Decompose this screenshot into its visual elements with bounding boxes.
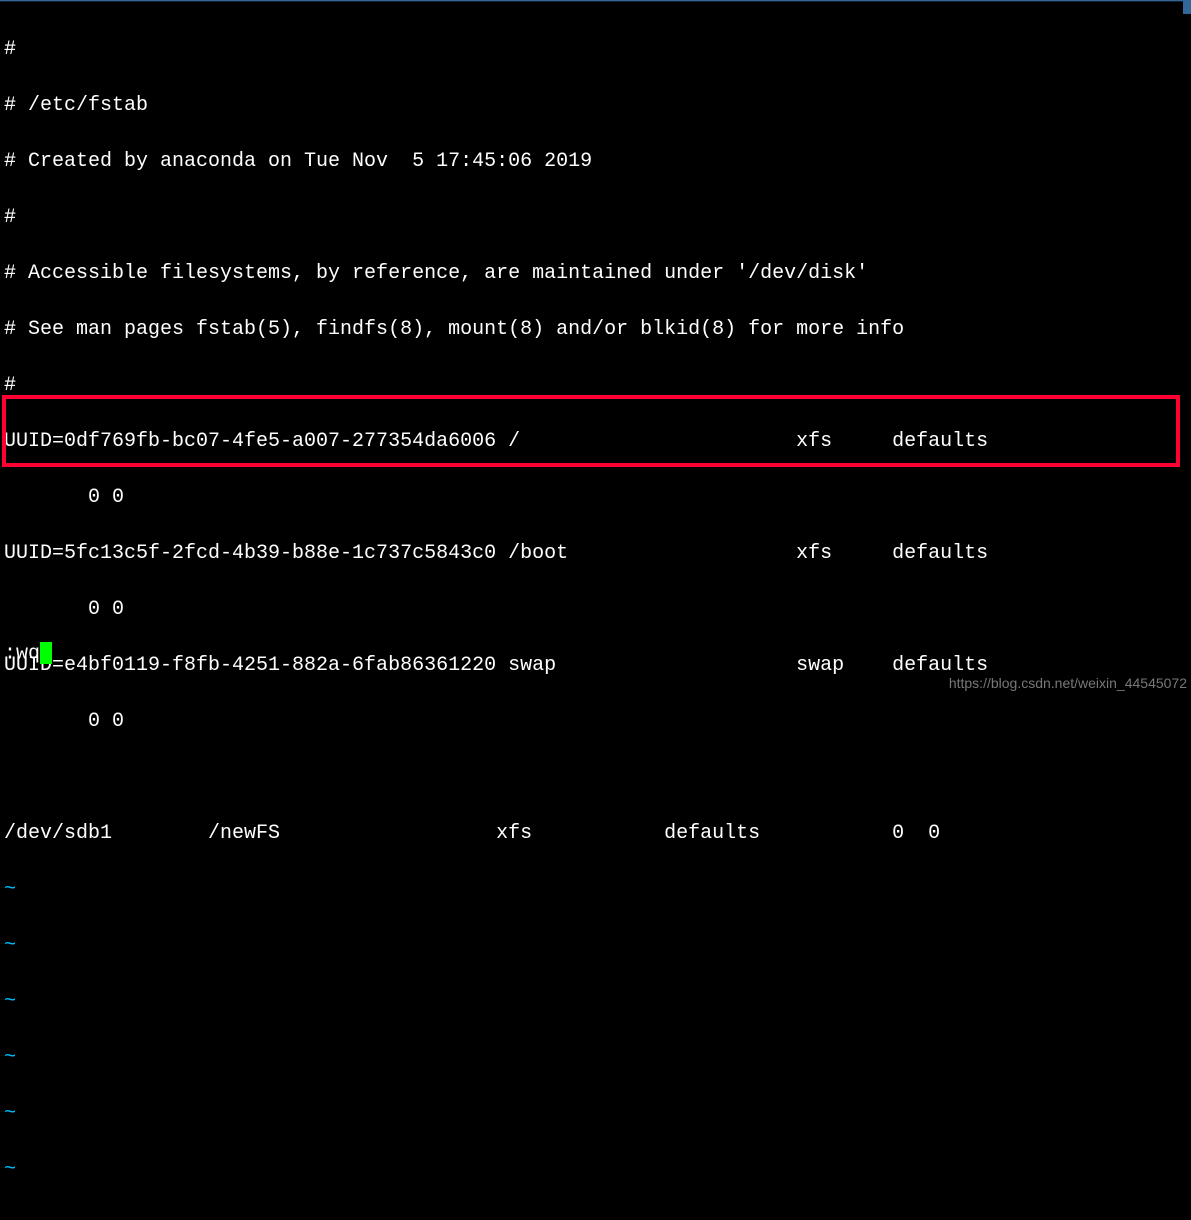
vim-command-text: :wq (4, 642, 40, 665)
fstab-entry: UUID=0df769fb-bc07-4fe5-a007-277354da600… (4, 428, 1187, 456)
vim-command-line[interactable]: :wq (4, 642, 52, 665)
fstab-entry-continuation: 0 0 (4, 596, 1187, 624)
terminal-content: # # /etc/fstab # Created by anaconda on … (0, 0, 1191, 1220)
vim-tilde: ~ (4, 988, 1187, 1016)
comment-line: # /etc/fstab (4, 92, 1187, 120)
comment-line: # See man pages fstab(5), findfs(8), mou… (4, 316, 1187, 344)
comment-line: # Created by anaconda on Tue Nov 5 17:45… (4, 148, 1187, 176)
fstab-entry-continuation: 0 0 (4, 708, 1187, 736)
comment-line: # (4, 372, 1187, 400)
fstab-entry: UUID=5fc13c5f-2fcd-4b39-b88e-1c737c5843c… (4, 540, 1187, 568)
vim-tilde: ~ (4, 932, 1187, 960)
vim-tilde: ~ (4, 876, 1187, 904)
watermark-text: https://blog.csdn.net/weixin_44545072 (949, 675, 1187, 691)
scrollbar-indicator[interactable] (1183, 0, 1191, 14)
blank-line (4, 764, 1187, 792)
window-top-border (0, 0, 1191, 2)
cursor-icon (40, 642, 52, 664)
vim-tilde: ~ (4, 1156, 1187, 1184)
vim-tilde: ~ (4, 1044, 1187, 1072)
comment-line: # (4, 204, 1187, 232)
fstab-entry-continuation: 0 0 (4, 484, 1187, 512)
vim-tilde: ~ (4, 1100, 1187, 1128)
new-fstab-entry: /dev/sdb1 /newFS xfs defaults 0 0 (4, 820, 1187, 848)
comment-line: # (4, 36, 1187, 64)
comment-line: # Accessible filesystems, by reference, … (4, 260, 1187, 288)
